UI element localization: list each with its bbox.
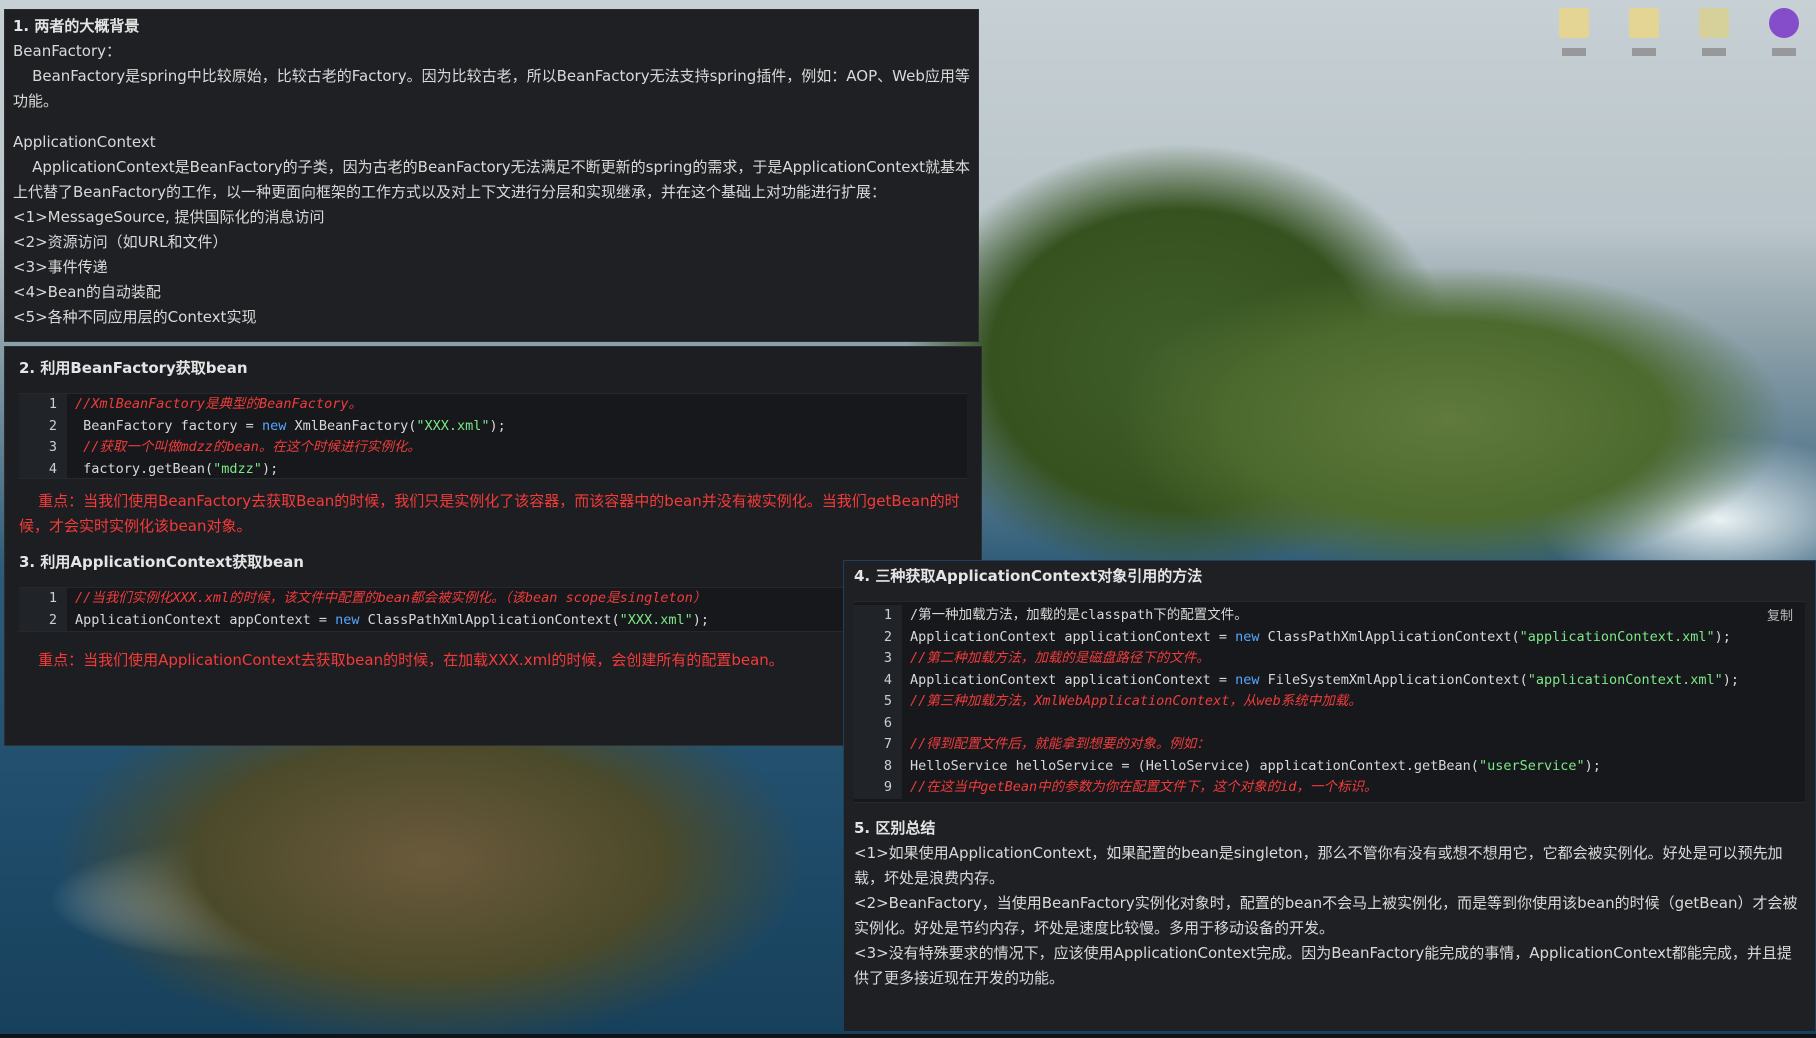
list-item: <1>如果使用ApplicationContext，如果配置的bean是sing…: [854, 843, 1783, 887]
line-number: 5: [854, 691, 902, 713]
desktop-icon-1[interactable]: [1554, 8, 1594, 70]
code-text: ApplicationContext applicationContext = …: [910, 628, 1731, 645]
code-block[interactable]: 复制 1/第一种加载方法，加载的是classpath下的配置文件。 2 Applic…: [854, 601, 1805, 803]
desktop-icon-3[interactable]: [1694, 8, 1734, 70]
code-text: //XmlBeanFactory是典型的BeanFactory。: [75, 396, 362, 412]
folder-icon: [1559, 8, 1589, 38]
line-number: 2: [19, 609, 67, 631]
code-line: 2 ApplicationContext applicationContext =…: [854, 626, 1805, 648]
code-text: //在这当中getBean中的参数为你在配置文件下，这个对象的id，一个标识。: [910, 779, 1378, 795]
code-line: 6: [854, 712, 1805, 735]
list-item: <5>各种不同应用层的Context实现: [13, 308, 257, 326]
code-text: factory.getBean("mdzz");: [75, 460, 279, 477]
line-number: 1: [19, 588, 67, 610]
feature-list: <1>MessageSource, 提供国际化的消息访问 <2>资源访问（如UR…: [13, 205, 970, 330]
line-number: 6: [854, 712, 902, 734]
code-line: 4 ApplicationContext applicationContext =…: [854, 669, 1805, 691]
note-panel-beanfactory: 2. 利用BeanFactory获取bean 1 //XmlBeanFactory…: [4, 346, 982, 746]
icon-label: [1632, 48, 1656, 56]
code-text: BeanFactory factory = new XmlBeanFactory…: [75, 417, 506, 434]
section-title: 5. 区别总结: [854, 818, 936, 837]
line-number: 3: [854, 648, 902, 670]
section-title: 2. 利用BeanFactory获取bean: [19, 359, 248, 377]
code-line: 3 //获取一个叫做mdzz的bean。在这个时候进行实例化。: [19, 437, 967, 459]
list-item: <1>MessageSource, 提供国际化的消息访问: [13, 208, 325, 226]
folder-icon: [1629, 8, 1659, 38]
code-text: ApplicationContext appContext = new Clas…: [75, 611, 709, 628]
section-title: 3. 利用ApplicationContext获取bean: [19, 553, 304, 571]
code-line: 9 //在这当中getBean中的参数为你在配置文件下，这个对象的id，一个标识。: [854, 777, 1805, 799]
line-number: 1: [19, 394, 67, 416]
code-line: 4 factory.getBean("mdzz");: [19, 458, 967, 478]
code-line: 2 ApplicationContext appContext = new Cla…: [19, 609, 967, 631]
beanfactory-description: BeanFactory是spring中比较原始，比较古老的Factory。因为比…: [13, 67, 970, 110]
copy-button[interactable]: 复制: [1767, 606, 1793, 628]
code-text: //第三种加载方法，XmlWebApplicationContext，从web系…: [910, 693, 1362, 709]
desktop-icons: [1516, 0, 1816, 80]
icon-label: [1702, 48, 1726, 56]
beanfactory-heading: BeanFactory：: [13, 42, 122, 60]
note-panel-applicationcontext: 4. 三种获取ApplicationContext对象引用的方法 复制 1/第一…: [843, 560, 1816, 1032]
code-line: 7 //得到配置文件后，就能拿到想要的对象。例如：: [854, 734, 1805, 756]
code-block[interactable]: 1 //XmlBeanFactory是典型的BeanFactory。 2 BeanF…: [19, 393, 967, 479]
code-line: 3 //第二种加载方法，加载的是磁盘路径下的文件。: [854, 648, 1805, 670]
taskbar-edge: [0, 1034, 1816, 1038]
appcontext-description: ApplicationContext是BeanFactory的子类，因为古老的B…: [13, 158, 970, 201]
line-number: 4: [854, 669, 902, 691]
code-text: //当我们实例化XXX.xml的时候，该文件中配置的bean都会被实例化。（该b…: [75, 590, 707, 606]
code-line: 1 //当我们实例化XXX.xml的时候，该文件中配置的bean都会被实例化。（该…: [19, 588, 967, 610]
line-number: 3: [19, 437, 67, 459]
list-item: <3>没有特殊要求的情况下，应该使用ApplicationContext完成。因…: [854, 943, 1792, 987]
section-title: 4. 三种获取ApplicationContext对象引用的方法: [854, 567, 1203, 585]
code-block[interactable]: 1 //当我们实例化XXX.xml的时候，该文件中配置的bean都会被实例化。（该…: [19, 587, 967, 632]
code-text: //第二种加载方法，加载的是磁盘路径下的文件。: [910, 650, 1210, 666]
code-line: 1 //XmlBeanFactory是典型的BeanFactory。: [19, 394, 967, 416]
list-item: <4>Bean的自动装配: [13, 283, 161, 301]
code-line: 2 BeanFactory factory = new XmlBeanFacto…: [19, 415, 967, 437]
code-line: 5 //第三种加载方法，XmlWebApplicationContext，从web…: [854, 691, 1805, 713]
list-item: <3>事件传递: [13, 258, 108, 276]
line-number: 9: [854, 777, 902, 799]
code-text: HelloService helloService = (HelloServic…: [910, 757, 1601, 774]
line-number: 1: [854, 605, 902, 627]
desktop-icon-4[interactable]: [1764, 8, 1804, 70]
appcontext-heading: ApplicationContext: [13, 133, 156, 151]
important-note: 重点：当我们使用BeanFactory去获取Bean的时候，我们只是实例化了该容…: [19, 492, 960, 535]
code-line: 8 HelloService helloService = (HelloServi…: [854, 755, 1805, 777]
line-number: 2: [854, 626, 902, 648]
code-text: ApplicationContext applicationContext = …: [910, 671, 1740, 688]
code-text: //获取一个叫做mdzz的bean。在这个时候进行实例化。: [75, 439, 421, 455]
icon-label: [1772, 48, 1796, 56]
line-number: 8: [854, 755, 902, 777]
icon-label: [1562, 48, 1586, 56]
list-item: <2>资源访问（如URL和文件）: [13, 233, 228, 251]
code-line: 1/第一种加载方法，加载的是classpath下的配置文件。: [854, 605, 1805, 627]
section-title: 1. 两者的大概背景: [13, 17, 140, 35]
app-icon: [1769, 8, 1799, 38]
list-item: <2>BeanFactory，当使用BeanFactory实例化对象时，配置的b…: [854, 893, 1798, 937]
line-number: 4: [19, 458, 67, 478]
code-text: /第一种加载方法，加载的是classpath下的配置文件。: [910, 607, 1248, 623]
desktop-icon-2[interactable]: [1624, 8, 1664, 70]
important-note: 重点：当我们使用ApplicationContext去获取bean的时候，在加载…: [19, 651, 784, 669]
line-number: 7: [854, 734, 902, 756]
note-panel-background: 1. 两者的大概背景 BeanFactory： BeanFactory是spri…: [4, 9, 979, 342]
file-icon: [1699, 8, 1729, 38]
code-text: //得到配置文件后，就能拿到想要的对象。例如：: [910, 736, 1210, 752]
line-number: 2: [19, 415, 67, 437]
